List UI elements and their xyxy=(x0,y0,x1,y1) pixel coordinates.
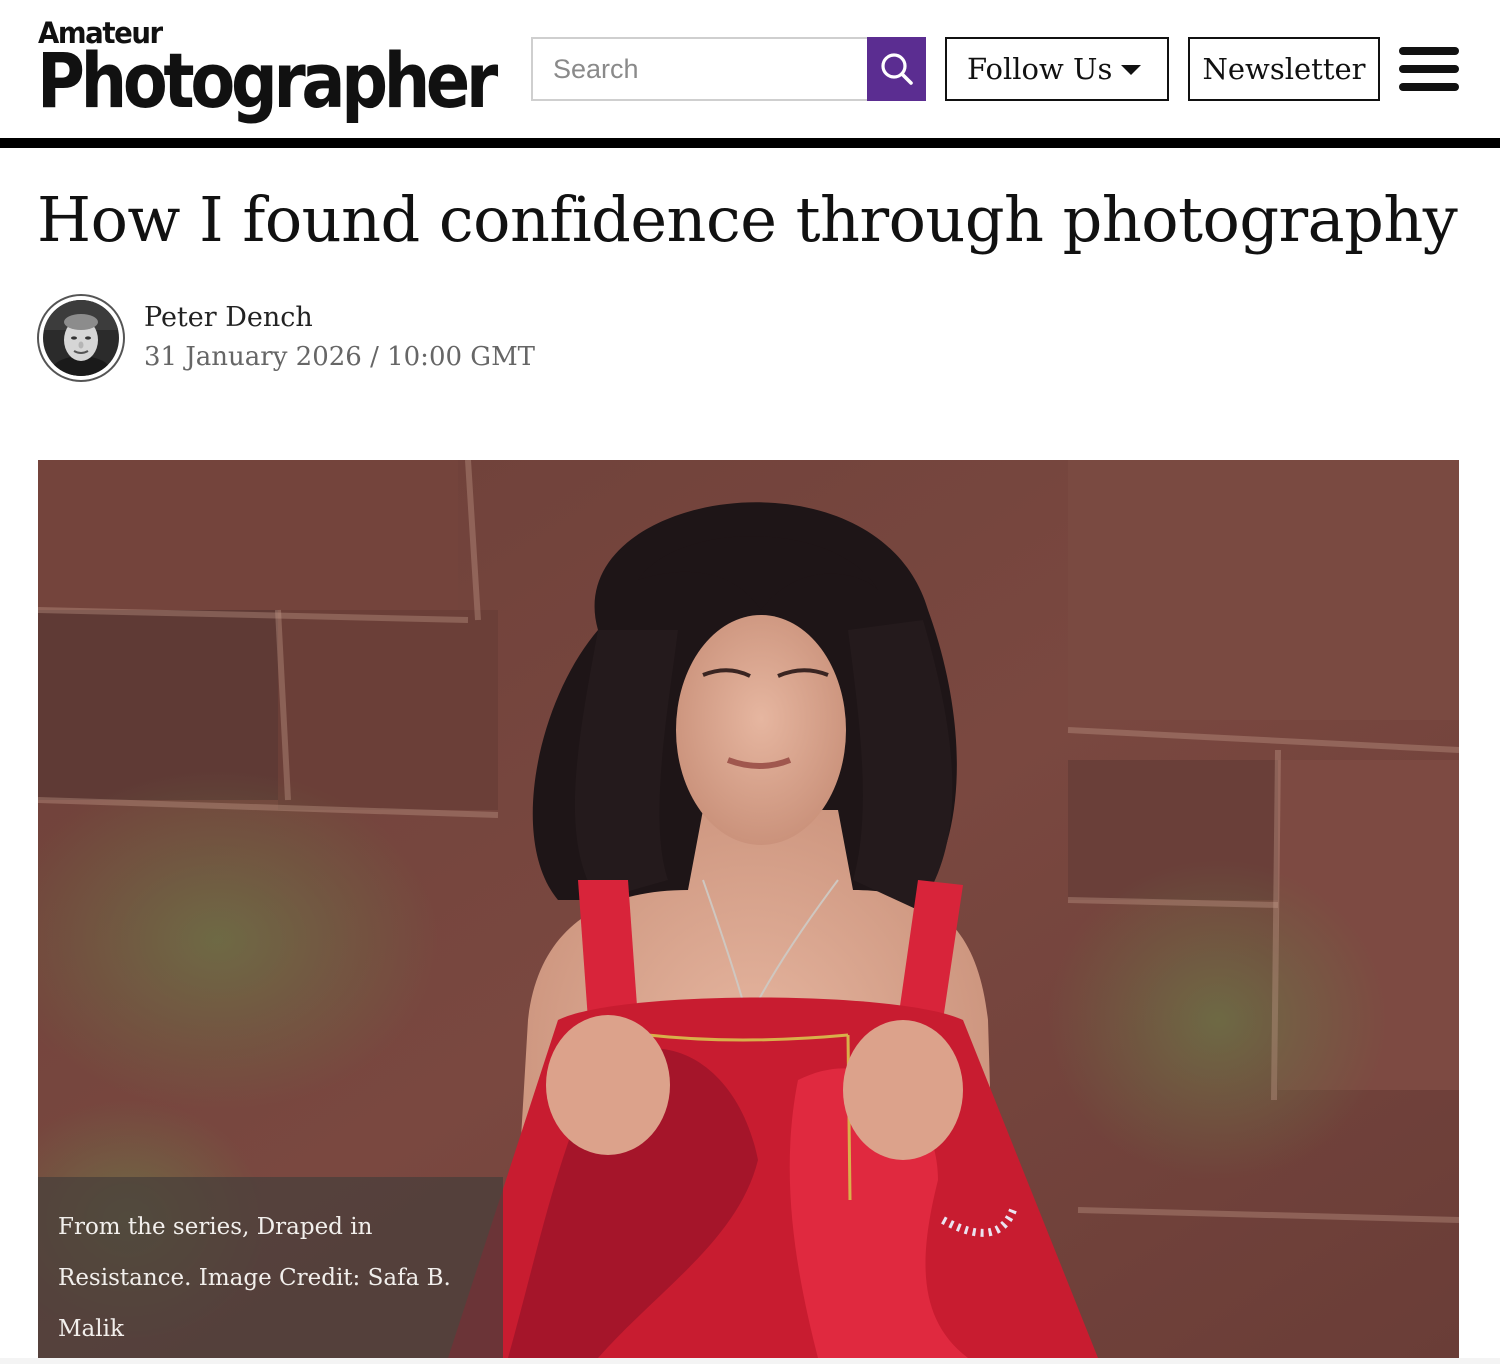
newsletter-button[interactable]: Newsletter xyxy=(1188,37,1380,101)
search-form xyxy=(531,37,926,101)
author-avatar[interactable] xyxy=(37,294,125,382)
site-header: Amateur Photographer Follow Us Newslette… xyxy=(0,0,1500,138)
search-button[interactable] xyxy=(867,37,926,101)
newsletter-label: Newsletter xyxy=(1202,52,1366,86)
author-portrait-image xyxy=(43,300,119,376)
follow-us-dropdown[interactable]: Follow Us xyxy=(945,37,1169,101)
site-logo[interactable]: Amateur Photographer xyxy=(37,16,498,120)
header-divider xyxy=(0,138,1500,148)
publish-dateline: 31 January 2026 / 10:00 GMT xyxy=(144,342,536,372)
image-caption: From the series, Draped in Resistance. I… xyxy=(38,1177,503,1358)
search-icon xyxy=(880,53,913,85)
logo-main-word: Photographer xyxy=(37,36,498,125)
follow-us-label: Follow Us xyxy=(967,52,1113,86)
search-input[interactable] xyxy=(531,37,867,101)
article-title: How I found confidence through photograp… xyxy=(37,183,1458,256)
hamburger-menu-icon[interactable] xyxy=(1399,47,1459,91)
author-name-link[interactable]: Peter Dench xyxy=(144,300,313,336)
page-bottom-edge xyxy=(0,1358,1500,1364)
chevron-down-icon xyxy=(1121,65,1141,75)
